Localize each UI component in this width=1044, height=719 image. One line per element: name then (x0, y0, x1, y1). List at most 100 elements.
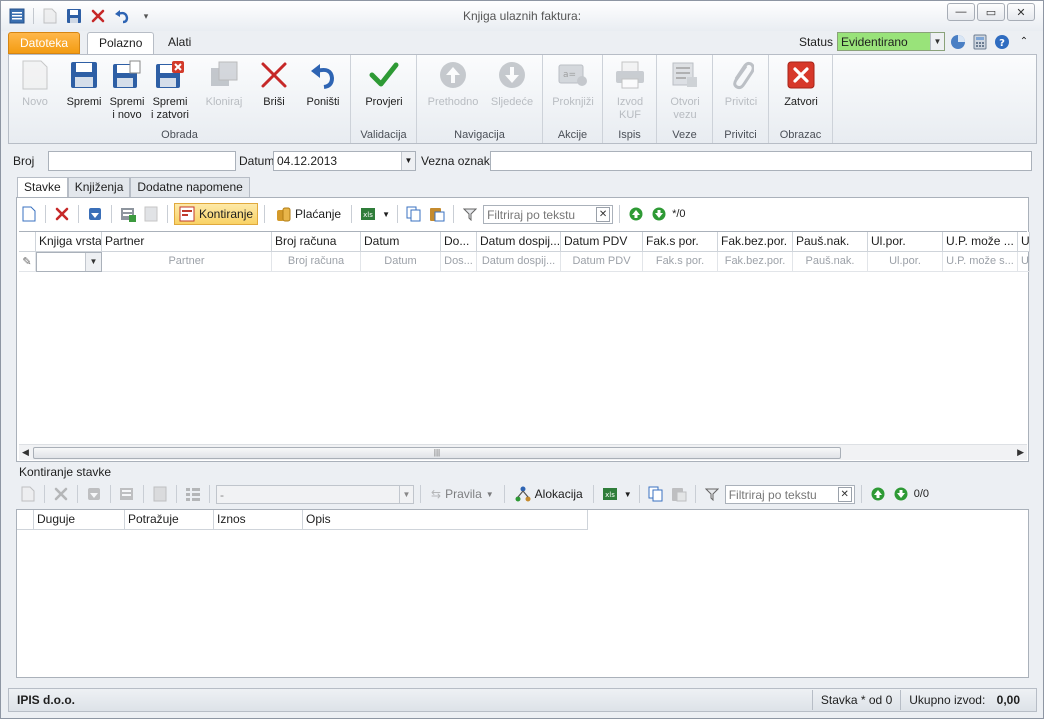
column-header[interactable]: Iznos (214, 510, 303, 530)
minimize-icon[interactable]: — (947, 3, 975, 21)
proknjizi-button[interactable]: a= Proknjiži (548, 58, 598, 109)
sljedece-button[interactable]: Sljedeće (485, 58, 539, 109)
horizontal-scrollbar[interactable]: ◀ ||| ▶ (19, 444, 1027, 460)
column-header[interactable]: Knjiga vrsta (36, 232, 102, 252)
broj-input[interactable] (48, 151, 236, 171)
arrow-up-icon[interactable] (626, 204, 646, 224)
table-cell[interactable]: Fak.s por. (643, 252, 718, 272)
paste-icon[interactable] (427, 204, 447, 224)
excel-export-icon[interactable]: xls (600, 484, 620, 504)
column-header[interactable]: Fak.bez.por. (718, 232, 793, 252)
zatvori-button[interactable]: Zatvori (779, 58, 823, 109)
column-header[interactable]: Opis (303, 510, 588, 530)
scroll-left-icon[interactable]: ◀ (22, 447, 29, 458)
table-cell[interactable]: Ul.por. (868, 252, 943, 272)
copy-row-icon[interactable] (141, 204, 161, 224)
form-view-icon[interactable] (118, 204, 138, 224)
kontiranje-combo[interactable]: - ▼ (216, 484, 414, 504)
izvod-kuf-button[interactable]: Izvod KUF (607, 58, 653, 122)
collapse-ribbon-icon[interactable]: ⌃ (1015, 33, 1033, 51)
excel-export-icon[interactable]: xls (358, 204, 378, 224)
column-header[interactable]: Ul.por. (868, 232, 943, 252)
column-header[interactable]: Potražuje (125, 510, 214, 530)
pravila-button[interactable]: ⇆ Pravila ▼ (427, 483, 498, 505)
provjeri-button[interactable]: Provjeri (359, 58, 409, 109)
clear-filter-icon[interactable]: ✕ (596, 206, 611, 222)
copy-row-icon[interactable] (150, 484, 170, 504)
table-cell[interactable]: Pauš.nak. (793, 252, 868, 272)
column-header[interactable]: Partner (102, 232, 272, 252)
new-row-icon[interactable] (19, 204, 39, 224)
spremi-button[interactable]: Spremi (63, 58, 105, 109)
column-header[interactable]: Datum dospij... (477, 232, 561, 252)
table-cell[interactable]: U.P. može s... (943, 252, 1018, 272)
knjiga-vrsta-cell[interactable]: ▼ (36, 252, 102, 272)
table-cell[interactable]: Partner (102, 252, 272, 272)
status-dropdown[interactable]: Evidentirano ▼ (837, 32, 945, 51)
chevron-down-icon[interactable]: ▼ (381, 204, 391, 224)
table-cell[interactable]: Datum (361, 252, 441, 272)
delete-x-icon[interactable] (51, 484, 71, 504)
datum-input[interactable]: 04.12.2013 ▼ (273, 151, 416, 171)
column-header[interactable]: U.P. može ... (943, 232, 1018, 252)
new-item-row[interactable]: ✎ ▼ Partner Broj računa Datum Dos... Dat… (19, 252, 1030, 272)
table-cell[interactable]: Fak.bez.por. (718, 252, 793, 272)
column-header[interactable]: Broj računa (272, 232, 361, 252)
chevron-down-icon[interactable]: ▼ (401, 152, 415, 170)
stavke-filter-input[interactable]: Filtriraj po tekstu ✕ (483, 204, 614, 224)
tab-knjizenja[interactable]: Knjiženja (67, 177, 131, 197)
placanje-button[interactable]: Plaćanje (271, 203, 345, 225)
new-row-icon[interactable] (18, 484, 38, 504)
tab-alati[interactable]: Alati (157, 32, 202, 54)
calculator-icon[interactable] (971, 33, 989, 51)
table-cell[interactable]: Broj računa (272, 252, 361, 272)
help-icon[interactable]: ? (993, 33, 1011, 51)
arrow-down-icon[interactable] (891, 484, 911, 504)
tab-stavke[interactable]: Stavke (17, 177, 68, 198)
chart-icon[interactable] (949, 33, 967, 51)
paste-icon[interactable] (669, 484, 689, 504)
scroll-right-icon[interactable]: ▶ (1017, 447, 1024, 458)
kloniraj-button[interactable]: Kloniraj (203, 58, 245, 109)
privitci-button[interactable]: Privitci (719, 58, 763, 109)
kontiranje-button[interactable]: Kontiranje (174, 203, 259, 225)
column-header[interactable]: Datum PDV (561, 232, 643, 252)
column-header[interactable]: Do... (441, 232, 477, 252)
tab-polazno[interactable]: Polazno (87, 32, 155, 55)
copy-icon[interactable] (404, 204, 424, 224)
maximize-icon[interactable]: ▭ (977, 3, 1005, 21)
table-cell[interactable]: U (1018, 252, 1030, 272)
scrollbar-thumb[interactable]: ||| (33, 447, 841, 459)
brisi-button[interactable]: Briši (253, 58, 295, 109)
chevron-down-icon[interactable]: ▼ (623, 484, 633, 504)
arrow-down-icon[interactable] (649, 204, 669, 224)
filter-icon[interactable] (460, 204, 480, 224)
column-header[interactable]: Pauš.nak. (793, 232, 868, 252)
kontiranje-filter-input[interactable]: Filtriraj po tekstu ✕ (724, 484, 855, 504)
copy-icon[interactable] (646, 484, 666, 504)
spremi-i-novo-button[interactable]: Spremi i novo (107, 58, 147, 122)
spremi-i-zatvori-button[interactable]: Spremi i zatvori (149, 58, 191, 122)
tab-dodatne-napomene[interactable]: Dodatne napomene (130, 177, 250, 197)
filter-icon[interactable] (702, 484, 722, 504)
alokacija-button[interactable]: Alokacija (511, 483, 587, 505)
form-view-icon[interactable] (117, 484, 137, 504)
delete-x-icon[interactable] (52, 204, 72, 224)
otvori-vezu-button[interactable]: Otvori vezu (663, 58, 707, 122)
clear-filter-icon[interactable]: ✕ (837, 486, 852, 502)
table-cell[interactable]: Datum PDV (561, 252, 643, 272)
table-cell[interactable]: Datum dospij... (477, 252, 561, 272)
tab-datoteka[interactable]: Datoteka (8, 32, 81, 54)
move-down-icon[interactable] (85, 204, 105, 224)
vezna-oznaka-input[interactable] (490, 151, 1032, 171)
column-header[interactable]: Fak.s por. (643, 232, 718, 252)
close-icon[interactable]: ✕ (1007, 3, 1035, 21)
chevron-down-icon[interactable]: ▼ (399, 485, 413, 503)
column-header[interactable]: Duguje (34, 510, 125, 530)
arrow-up-icon[interactable] (868, 484, 888, 504)
novo-button[interactable]: Novo (15, 58, 55, 109)
table-cell[interactable]: Dos... (441, 252, 477, 272)
column-header[interactable]: Datum (361, 232, 441, 252)
chevron-down-icon[interactable]: ▼ (85, 253, 101, 271)
chevron-down-icon[interactable]: ▼ (930, 33, 944, 50)
